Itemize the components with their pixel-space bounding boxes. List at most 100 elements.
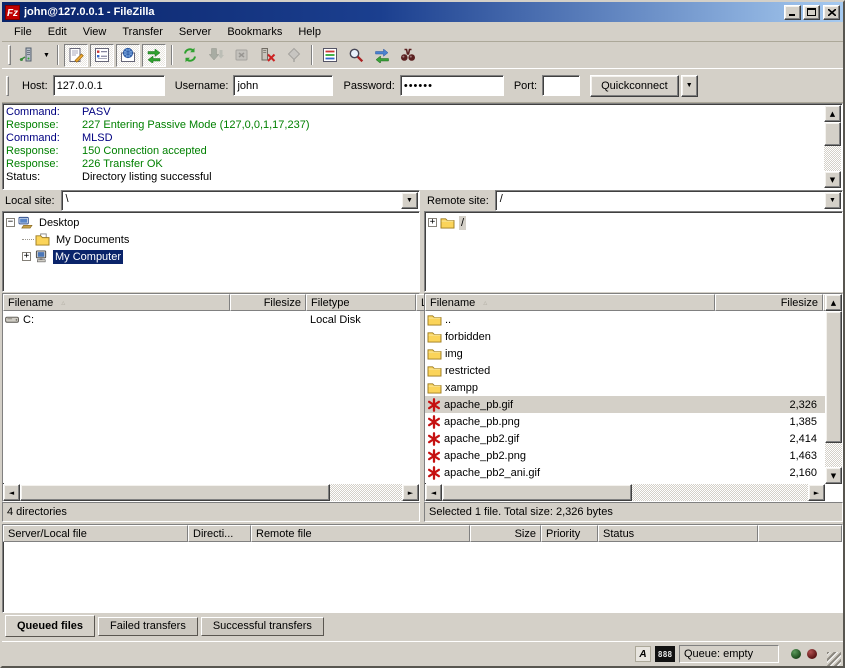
local-site-dropdown[interactable]: ▼ <box>401 192 418 209</box>
menu-server[interactable]: Server <box>171 24 219 40</box>
find-button[interactable] <box>344 44 368 67</box>
column-header-filename[interactable]: Filename▵ <box>3 294 230 311</box>
remote-vscrollbar-thumb[interactable] <box>825 311 842 443</box>
file-row[interactable]: apache_pb2.gif2,414 <box>425 430 825 447</box>
column-header-filetype[interactable]: Filetype <box>306 294 416 311</box>
host-input[interactable] <box>53 75 165 96</box>
scroll-down-icon[interactable]: ▼ <box>824 171 841 188</box>
tree-item[interactable]: My Documents <box>3 231 419 248</box>
log-scrollbar[interactable]: ▲ ▼ <box>824 105 841 188</box>
minimize-button[interactable] <box>784 5 801 20</box>
folder-icon <box>440 216 455 229</box>
close-button[interactable] <box>823 5 840 20</box>
menu-edit[interactable]: Edit <box>40 24 75 40</box>
toggle-local-tree-button[interactable] <box>90 44 114 67</box>
remote-vscrollbar[interactable]: ▲ ▼ <box>825 294 842 484</box>
username-input[interactable] <box>233 75 333 96</box>
speed-limit-icon[interactable]: 888 <box>655 646 675 662</box>
menu-help[interactable]: Help <box>290 24 329 40</box>
scroll-right-icon[interactable]: ► <box>402 484 419 501</box>
file-row[interactable]: apache_pb.png1,385 <box>425 413 825 430</box>
menu-view[interactable]: View <box>75 24 115 40</box>
expand-icon[interactable]: + <box>22 252 31 261</box>
tab-successful-transfers[interactable]: Successful transfers <box>201 617 324 636</box>
scroll-left-icon[interactable]: ◄ <box>425 484 442 501</box>
file-row[interactable]: apache_pb.gif2,326 <box>425 396 825 413</box>
process-queue-button[interactable] <box>204 44 228 67</box>
queue-column-remote-file[interactable]: Remote file <box>251 525 470 542</box>
scroll-down-icon[interactable]: ▼ <box>825 467 842 484</box>
compare-button[interactable] <box>370 44 394 67</box>
reconnect-button[interactable] <box>282 44 306 67</box>
queue-column-server-local-file[interactable]: Server/Local file <box>3 525 188 542</box>
remote-directory-tree[interactable]: +/ <box>424 211 843 292</box>
local-directory-tree[interactable]: −DesktopMy Documents+My Computer <box>2 211 420 292</box>
tree-item[interactable]: +/ <box>425 214 842 231</box>
remote-hscrollbar[interactable]: ◄ ► <box>425 484 825 501</box>
column-header-filesize[interactable]: Filesize <box>715 294 823 311</box>
password-input[interactable] <box>400 75 504 96</box>
disconnect-button[interactable] <box>256 44 280 67</box>
expand-icon[interactable]: + <box>428 218 437 227</box>
local-list-body[interactable]: C:Local Disk <box>3 311 419 483</box>
remote-list-body[interactable]: ..forbiddenimgrestrictedxamppapache_pb.g… <box>425 311 825 483</box>
file-row[interactable]: .. <box>425 311 825 328</box>
quickconnect-dropdown-button[interactable]: ▼ <box>681 75 698 97</box>
log-line: Response:227 Entering Passive Mode (127,… <box>6 119 822 132</box>
tree-item[interactable]: +My Computer <box>3 248 419 265</box>
scroll-up-icon[interactable]: ▲ <box>825 294 842 311</box>
remote-hscrollbar-thumb[interactable] <box>442 484 632 501</box>
column-header-label: Filetype <box>311 297 350 309</box>
remote-site-dropdown[interactable]: ▼ <box>824 192 841 209</box>
scroll-left-icon[interactable]: ◄ <box>3 484 20 501</box>
queue-column-status[interactable]: Status <box>598 525 758 542</box>
file-row[interactable]: img <box>425 345 825 362</box>
queue-column-priority[interactable]: Priority <box>541 525 598 542</box>
queue-column-size[interactable]: Size <box>470 525 541 542</box>
site-manager-button-dropdown[interactable]: ▼ <box>40 44 53 67</box>
filter-button[interactable] <box>318 44 342 67</box>
log-scrollbar-thumb[interactable] <box>824 122 841 146</box>
transfer-type-icon[interactable]: A <box>635 646 651 662</box>
column-header-filesize[interactable]: Filesize <box>230 294 306 311</box>
file-row[interactable]: C:Local Disk <box>3 311 419 328</box>
toggle-remote-tree-button[interactable] <box>116 44 140 67</box>
transfer-queue[interactable]: Server/Local fileDirecti...Remote fileSi… <box>2 524 843 613</box>
toggle-queue-button[interactable] <box>142 44 166 67</box>
column-header-filename[interactable]: Filename▵ <box>425 294 715 311</box>
resize-grip[interactable] <box>827 652 841 666</box>
queue-column-directi-[interactable]: Directi... <box>188 525 251 542</box>
file-row[interactable]: restricted <box>425 362 825 379</box>
tab-failed-transfers[interactable]: Failed transfers <box>98 617 198 636</box>
local-site-combobox[interactable]: \ ▼ <box>61 190 420 211</box>
tree-item[interactable]: −Desktop <box>3 214 419 231</box>
remote-site-combobox[interactable]: / ▼ <box>495 190 843 211</box>
title-bar[interactable]: Fz john@127.0.0.1 - FileZilla <box>2 2 843 22</box>
message-log[interactable]: Command:PASVResponse:227 Entering Passiv… <box>2 103 843 190</box>
refresh-button[interactable] <box>178 44 202 67</box>
local-hscrollbar[interactable]: ◄ ► <box>3 484 419 501</box>
file-row[interactable]: forbidden <box>425 328 825 345</box>
remote-status-text: Selected 1 file. Total size: 2,326 bytes <box>424 502 843 522</box>
scroll-up-icon[interactable]: ▲ <box>824 105 841 122</box>
cancel-button[interactable] <box>230 44 254 67</box>
port-input[interactable] <box>542 75 580 96</box>
toolbar-separator <box>171 45 173 65</box>
menu-file[interactable]: File <box>6 24 40 40</box>
column-header-label: Filesize <box>781 297 818 309</box>
file-row[interactable]: apache_pb2_ani.gif2,160 <box>425 464 825 481</box>
file-row[interactable]: apache_pb2.png1,463 <box>425 447 825 464</box>
local-hscrollbar-thumb[interactable] <box>20 484 330 501</box>
collapse-icon[interactable]: − <box>6 218 15 227</box>
menu-transfer[interactable]: Transfer <box>114 24 171 40</box>
scroll-right-icon[interactable]: ► <box>808 484 825 501</box>
site-manager-button[interactable] <box>15 44 39 67</box>
menu-bookmarks[interactable]: Bookmarks <box>219 24 290 40</box>
tab-queued-files[interactable]: Queued files <box>5 615 95 637</box>
minimize-icon <box>789 9 797 16</box>
toggle-log-button[interactable] <box>64 44 88 67</box>
quickconnect-button[interactable]: Quickconnect <box>590 75 679 97</box>
sync-browsing-button[interactable] <box>396 44 420 67</box>
maximize-button[interactable] <box>803 5 820 20</box>
file-row[interactable]: xampp <box>425 379 825 396</box>
